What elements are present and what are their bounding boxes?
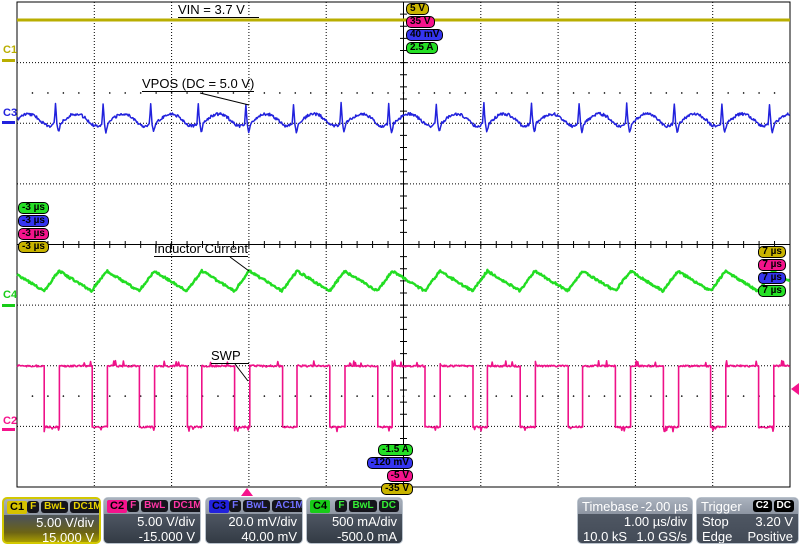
c1-level-marker[interactable]: C1: [3, 45, 17, 56]
c1-coupling-badge: DC1M: [70, 501, 99, 513]
c4-level-dash[interactable]: [2, 304, 15, 307]
cursor-readout-c2[interactable]: 35 V: [406, 16, 435, 28]
cursor-readout-c1[interactable]: -3 µs: [18, 241, 49, 253]
c3-descriptor-header: C3 F BwL AC1M: [206, 498, 302, 514]
c2-bandwidth-badge: BwL: [141, 500, 169, 512]
channel-descriptor-c3[interactable]: C3 F BwL AC1M 20.0 mV/div 40.00 mV: [205, 497, 303, 544]
c4-coupling-badge: DC: [378, 500, 399, 512]
cursor-readout-c2[interactable]: 7 µs: [758, 259, 786, 271]
waveform-display: [16, 1, 791, 488]
timebase-scale: 1.00 µs/div: [623, 514, 687, 529]
cursor-readout-c1[interactable]: 7 µs: [758, 246, 786, 258]
trigger-level: 3.20 V: [755, 514, 793, 529]
c1-descriptor-header: C1 F BwL DC1M: [4, 499, 99, 515]
cursor-readout-c3[interactable]: -3 µs: [18, 215, 49, 227]
c2-scale: 5.00 V/div: [137, 514, 195, 529]
c4-filter-badge: F: [335, 500, 348, 512]
c2-level-marker[interactable]: C2: [3, 416, 17, 427]
c2-level-dash[interactable]: [2, 428, 15, 431]
c2-coupling-badge: DC1M: [170, 500, 200, 512]
trigger-title: Trigger: [701, 498, 742, 514]
annotation-vpos: VPOS (DC = 5.0 V): [142, 76, 255, 92]
cursor-readout-c1[interactable]: -35 V: [381, 483, 413, 495]
c3-scale: 20.0 mV/div: [228, 514, 297, 529]
trigger-coupling-badge: DC: [773, 500, 794, 512]
trigger-level-marker[interactable]: [791, 383, 799, 395]
cursor-readout-c3[interactable]: 40 mV: [406, 29, 444, 41]
timebase-title: Timebase: [582, 498, 639, 514]
c1-level-dash[interactable]: [2, 59, 15, 62]
channel-descriptor-c4[interactable]: C4 F BwL DC 500 mA/div -500.0 mA: [306, 497, 403, 544]
c3-level-dash[interactable]: [2, 121, 15, 124]
channel-descriptor-c2[interactable]: C2 F BwL DC1M 5.00 V/div -15.000 V: [103, 497, 201, 544]
cursor-readout-c4[interactable]: -1.5 A: [378, 444, 413, 456]
cursor-readout-c4[interactable]: 7 µs: [758, 285, 786, 297]
trigger-slope: Positive: [747, 529, 793, 544]
c2-badge: C2: [107, 499, 128, 513]
c4-bandwidth-badge: BwL: [349, 500, 377, 512]
c4-descriptor-header: C4 F BwL DC: [307, 498, 402, 514]
c1-bandwidth-badge: BwL: [41, 501, 69, 513]
timebase-rate: 1.0 GS/s: [636, 529, 687, 544]
trigger-kind: Edge: [702, 529, 733, 544]
cursor-readout-c3[interactable]: 7 µs: [758, 272, 786, 284]
c1-offset: 15.000 V: [41, 530, 94, 544]
c4-offset: -500.0 mA: [337, 529, 397, 544]
oscilloscope-screen: C1 C3 C4 C2 VIN = 3.7 V VPOS (DC = 5.0 V…: [0, 0, 800, 547]
c1-scale: 5.00 V/div: [36, 515, 94, 530]
c4-level-marker[interactable]: C4: [3, 290, 17, 301]
c1-badge: C1: [7, 500, 28, 514]
cursor-readout-c1[interactable]: 5 V: [406, 3, 430, 15]
c3-level-marker[interactable]: C3: [3, 108, 17, 119]
c2-descriptor-header: C2 F BwL DC1M: [104, 498, 200, 514]
channel-descriptor-c1[interactable]: C1 F BwL DC1M 5.00 V/div 15.000 V: [2, 497, 101, 544]
c4-scale: 500 mA/div: [331, 514, 397, 529]
trigger-panel[interactable]: Trigger C2 DC Stop 3.20 V Edge Positive: [696, 497, 799, 544]
cursor-readouts-right: 7 µs 7 µs 7 µs 7 µs: [758, 246, 786, 297]
timebase-delay: -2.00 µs: [640, 498, 688, 514]
c3-offset: 40.00 mV: [241, 529, 297, 544]
c1-filter-badge: F: [27, 501, 40, 513]
cursor-readout-c2[interactable]: -5 V: [386, 470, 413, 482]
c3-filter-badge: F: [229, 500, 242, 512]
annotation-inductor-current: Inductor Current: [154, 241, 248, 257]
cursor-readouts-bottom: -1.5 A -120 mV -5 V -35 V: [366, 444, 413, 495]
c2-filter-badge: F: [127, 500, 140, 512]
annotation-vin: VIN = 3.7 V: [178, 3, 259, 18]
annotation-swp: SWP: [211, 349, 249, 364]
c3-coupling-badge: AC1M: [272, 500, 302, 512]
timebase-samples: 10.0 kS: [583, 529, 628, 544]
c3-badge: C3: [209, 499, 230, 513]
cursor-readouts-top: 5 V 35 V 40 mV 2.5 A: [406, 3, 444, 54]
c2-offset: -15.000 V: [138, 529, 195, 544]
cursor-readout-c2[interactable]: -3 µs: [18, 228, 49, 240]
trigger-mode: Stop: [702, 514, 729, 529]
cursor-readout-c4[interactable]: -3 µs: [18, 202, 49, 214]
cursor-readout-c4[interactable]: 2.5 A: [406, 42, 438, 54]
cursor-readout-c3[interactable]: -120 mV: [366, 457, 413, 469]
trigger-source-badge: C2: [752, 500, 772, 512]
trigger-time-marker[interactable]: [241, 488, 253, 496]
cursor-readouts-left: -3 µs -3 µs -3 µs -3 µs: [18, 202, 49, 253]
c4-badge: C4: [310, 499, 331, 513]
timebase-panel[interactable]: Timebase -2.00 µs 1.00 µs/div 10.0 kS 1.…: [577, 497, 693, 544]
c3-bandwidth-badge: BwL: [243, 500, 271, 512]
